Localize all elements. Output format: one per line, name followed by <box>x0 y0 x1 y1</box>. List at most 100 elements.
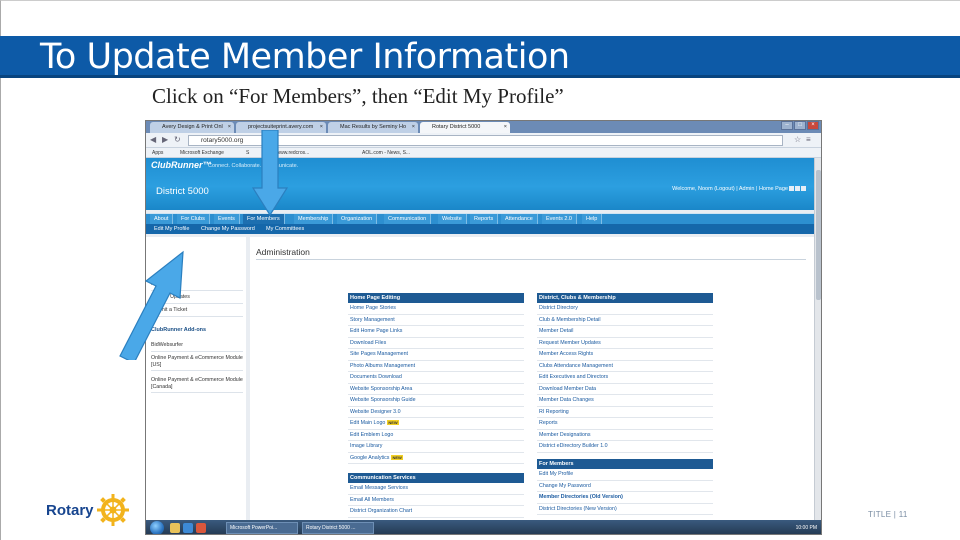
admin-link[interactable]: Documents Download <box>348 372 524 384</box>
windows-taskbar: Microsoft PowerPoi... Rotary District 50… <box>146 520 821 534</box>
browser-tab-active[interactable]: Rotary District 5000 × <box>420 122 510 133</box>
sidebar-item[interactable]: Online Payment & eCommerce Module [Canad… <box>151 377 243 393</box>
admin-link[interactable]: Member Access Rights <box>537 349 713 361</box>
admin-link[interactable]: Edit Main Logo NEW <box>348 418 524 430</box>
bookmark[interactable]: AOL.com - News, S... <box>362 148 410 158</box>
admin-link[interactable]: Photo Albums Management <box>348 361 524 372</box>
box-heading: For Members <box>537 459 713 469</box>
admin-link[interactable]: Member Designations <box>537 430 713 441</box>
forward-icon[interactable]: ▶ <box>162 135 168 144</box>
admin-link[interactable]: Website Sponsorship Area <box>348 384 524 395</box>
maximize-icon[interactable]: □ <box>794 121 806 130</box>
taskbar-task[interactable]: Rotary District 5000 ... <box>302 522 374 534</box>
admin-link[interactable]: Member Data Changes <box>537 395 713 407</box>
admin-link[interactable]: Home Page Stories <box>348 303 524 315</box>
title-bar: To Update Member Information <box>0 36 960 78</box>
admin-link[interactable]: District Organization Chart <box>348 506 524 518</box>
close-icon[interactable]: × <box>320 122 323 133</box>
admin-link[interactable]: Image Library <box>348 441 524 453</box>
admin-link-label: Edit Main Logo <box>350 420 386 426</box>
box-heading: Home Page Editing <box>348 293 524 303</box>
admin-link[interactable]: Edit Executives and Directors <box>537 372 713 384</box>
font-size-icon[interactable] <box>789 186 794 192</box>
font-size-icon[interactable] <box>795 186 800 192</box>
district-name: District 5000 <box>156 186 209 197</box>
admin-link[interactable]: Download Files <box>348 338 524 349</box>
admin-link[interactable]: RI Reporting <box>537 407 713 418</box>
bookmarks-bar: Apps Microsoft Exchange S http://www.red… <box>146 148 821 158</box>
scrollbar-thumb[interactable] <box>816 170 821 300</box>
admin-link-edit-my-profile[interactable]: Edit My Profile <box>537 469 713 481</box>
main-menu: About For Clubs Events For Members Membe… <box>146 213 816 225</box>
back-icon[interactable]: ◀ <box>150 135 156 144</box>
admin-link[interactable]: Download Member Data <box>537 384 713 395</box>
address-row: ◀ ▶ ↻ rotary5000.org ☆ ≡ <box>146 133 821 148</box>
admin-link[interactable]: Change My Password <box>537 481 713 492</box>
divider <box>256 259 806 260</box>
close-icon[interactable]: × <box>504 122 507 133</box>
clubrunner-logo[interactable]: ClubRunner™ <box>151 160 212 170</box>
admin-title: Administration <box>256 247 310 257</box>
scrollbar[interactable] <box>814 158 821 534</box>
reload-icon[interactable]: ↻ <box>174 135 181 144</box>
window-close-icon[interactable]: × <box>807 121 819 130</box>
admin-link[interactable]: Reports <box>537 418 713 430</box>
admin-link[interactable]: Email Message Services <box>348 483 524 495</box>
slide-footer: TITLE | 11 <box>868 510 908 519</box>
folder-icon[interactable] <box>170 523 180 533</box>
taskbar-task[interactable]: Microsoft PowerPoi... <box>226 522 298 534</box>
arrow-down-icon <box>252 130 288 216</box>
bookmark[interactable]: Microsoft Exchange <box>180 148 224 158</box>
admin-link[interactable]: District Directories (New Version) <box>537 504 713 515</box>
admin-link[interactable]: Email All Members <box>348 495 524 506</box>
arrow-diagonal-icon <box>119 250 184 360</box>
box-heading: Communication Services <box>348 473 524 483</box>
communication-services-box: Communication Services Email Message Ser… <box>348 473 524 518</box>
start-button-icon[interactable] <box>150 521 164 534</box>
close-icon[interactable]: × <box>228 122 231 133</box>
admin-link[interactable]: Member Directories (Old Version) <box>537 492 713 504</box>
bookmark-star-icon[interactable]: ☆ <box>794 135 801 144</box>
rotary-logo-text: Rotary <box>46 501 94 519</box>
submenu-item[interactable]: Change My Password <box>201 224 255 234</box>
admin-link[interactable]: Google Analytics NEW <box>348 453 524 464</box>
site-banner: ClubRunner™ Connect. Collaborate. Commun… <box>146 158 816 210</box>
welcome-text[interactable]: Welcome, Noom (Logout) | Admin | Home Pa… <box>672 186 788 192</box>
submenu-item[interactable]: My Committees <box>266 224 304 234</box>
admin-link[interactable]: District Directory <box>537 303 713 315</box>
welcome-links: Welcome, Noom (Logout) | Admin | Home Pa… <box>672 186 806 192</box>
box-heading: District, Clubs & Membership <box>537 293 713 303</box>
tab-label: Mac Results by Seminy Ho <box>340 124 407 130</box>
admin-link[interactable]: Club & Membership Detail <box>537 315 713 326</box>
new-badge: NEW <box>391 454 403 460</box>
minimize-icon[interactable]: – <box>781 121 793 130</box>
browser-tab[interactable]: Mac Results by Seminy Ho × <box>328 122 418 133</box>
admin-link[interactable]: Member Detail <box>537 326 713 338</box>
admin-link[interactable]: District eDirectory Builder 1.0 <box>537 441 713 453</box>
font-size-icon[interactable] <box>801 186 806 192</box>
admin-link[interactable]: Request Member Updates <box>537 338 713 349</box>
tab-label: Avery Design & Print Onl <box>162 124 223 130</box>
bookmark[interactable]: Apps <box>152 148 163 158</box>
admin-link[interactable]: Website Designer 3.0 <box>348 407 524 418</box>
menu-icon[interactable]: ≡ <box>806 135 811 144</box>
taskbar-clock: 10:00 PM <box>795 525 817 531</box>
admin-link[interactable]: Site Pages Management <box>348 349 524 361</box>
admin-link[interactable]: Website Sponsorship Guide <box>348 395 524 407</box>
bookmark[interactable]: S <box>246 148 249 158</box>
admin-link[interactable]: Edit Home Page Links <box>348 326 524 338</box>
district-clubs-membership-box: District, Clubs & Membership District Di… <box>537 293 713 453</box>
slide-subtitle: Click on “For Members”, then “Edit My Pr… <box>152 84 564 108</box>
ie-icon[interactable] <box>183 523 193 533</box>
admin-link[interactable]: Edit Emblem Logo <box>348 430 524 441</box>
submenu-edit-my-profile[interactable]: Edit My Profile <box>154 224 189 234</box>
admin-link[interactable]: Clubs Attendance Management <box>537 361 713 372</box>
tab-label: Rotary District 5000 <box>432 124 481 130</box>
close-icon[interactable]: × <box>412 122 415 133</box>
app-icon[interactable] <box>196 523 206 533</box>
window-controls: – □ × <box>781 121 819 131</box>
browser-screenshot: Avery Design & Print Onl × projectsuitepr… <box>145 120 822 535</box>
admin-link[interactable]: Story Management <box>348 315 524 326</box>
browser-tab-bar: Avery Design & Print Onl × projectsuitepr… <box>146 121 821 133</box>
browser-tab[interactable]: Avery Design & Print Onl × <box>150 122 234 133</box>
